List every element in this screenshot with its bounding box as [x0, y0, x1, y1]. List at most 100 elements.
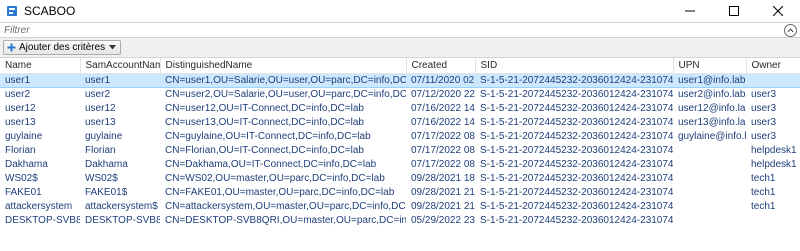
- maximize-icon: [729, 6, 739, 16]
- app-icon: [6, 5, 18, 17]
- cell-created: 09/28/2021 21:59:15: [411, 200, 475, 212]
- results-grid: Name SamAccountName DistinguishedName Cr…: [0, 58, 800, 251]
- filter-bar: [0, 22, 800, 38]
- cell-sid: S-1-5-21-2072445232-2036012424-231074672…: [480, 200, 673, 212]
- title-bar: SCABOO: [0, 0, 800, 22]
- window-title: SCABOO: [24, 4, 76, 18]
- cell-samaccountname: user12: [85, 102, 116, 114]
- cell-samaccountname: WS02$: [85, 172, 118, 184]
- cell-name: guylaine: [5, 130, 43, 142]
- cell-created: 05/29/2022 23:11:29: [411, 214, 475, 226]
- cell-owner: tech1: [751, 172, 776, 184]
- filter-input[interactable]: [2, 24, 772, 37]
- table-row[interactable]: guylaine guylaine CN=guylaine,OU=IT-Connec…: [0, 129, 800, 143]
- header-row: Name SamAccountName DistinguishedName Cr…: [0, 58, 800, 74]
- table-body: user1 user1 CN=user1,OU=Salarie,OU=user,OU…: [0, 72, 800, 227]
- results-table: Name SamAccountName DistinguishedName Cr…: [0, 58, 800, 227]
- cell-upn: guylaine@info.lab: [678, 130, 746, 142]
- cell-upn: [673, 213, 746, 227]
- table-row[interactable]: user2 user2 CN=user2,OU=Salarie,OU=user,OU…: [0, 87, 800, 101]
- cell-created: 07/16/2022 14:44:46: [411, 116, 475, 128]
- column-header-name[interactable]: Name: [0, 58, 81, 74]
- column-header-samaccountname[interactable]: SamAccountName: [80, 58, 161, 74]
- cell-name: Florian: [5, 144, 36, 156]
- cell-samaccountname: user13: [85, 116, 116, 128]
- cell-name: user2: [5, 88, 31, 100]
- cell-samaccountname: user2: [85, 88, 111, 100]
- cell-samaccountname: FAKE01$: [85, 186, 128, 198]
- cell-upn: user2@info.lab: [678, 88, 746, 100]
- column-header-upn[interactable]: UPN: [673, 58, 747, 74]
- table-row[interactable]: attackersystem attackersystem$ CN=attacker…: [0, 199, 800, 213]
- chevron-up-icon: [787, 28, 794, 33]
- minimize-button[interactable]: [668, 0, 712, 22]
- cell-sid: S-1-5-21-2072445232-2036012424-231074672…: [480, 172, 673, 184]
- criteria-toolbar: Ajouter des critères: [0, 38, 800, 58]
- column-header-sid[interactable]: SID: [475, 58, 674, 74]
- cell-distinguishedname: CN=DESKTOP-SVB8QRI,OU=master,OU=parc,DC=…: [165, 214, 406, 226]
- cell-created: 09/28/2021 18:26:21: [411, 172, 475, 184]
- cell-name: FAKE01: [5, 186, 42, 198]
- cell-name: user13: [5, 116, 36, 128]
- cell-distinguishedname: CN=Florian,OU=IT-Connect,DC=info,DC=lab: [165, 144, 364, 156]
- minimize-icon: [685, 10, 695, 12]
- collapse-button[interactable]: [784, 24, 797, 37]
- cell-upn: user13@info.lab: [678, 116, 746, 128]
- table-row[interactable]: FAKE01 FAKE01$ CN=FAKE01,OU=master,OU=parc…: [0, 185, 800, 199]
- cell-owner: user3: [751, 88, 777, 100]
- cell-sid: S-1-5-21-2072445232-2036012424-231074672…: [480, 214, 673, 226]
- table-row[interactable]: DESKTOP-SVB8QRI DESKTOP-SVB8QRI$ CN=DESKTO…: [0, 213, 800, 227]
- cell-samaccountname: Dakhama: [85, 158, 128, 170]
- table-row[interactable]: Florian Florian CN=Florian,OU=IT-Connect,D…: [0, 143, 800, 157]
- maximize-button[interactable]: [712, 0, 756, 22]
- cell-owner: [746, 72, 800, 88]
- cell-sid: S-1-5-21-2072445232-2036012424-231074672…: [480, 158, 673, 170]
- table-row[interactable]: Dakhama Dakhama CN=Dakhama,OU=IT-Connect,D…: [0, 157, 800, 171]
- cell-distinguishedname: CN=user1,OU=Salarie,OU=user,OU=parc,DC=i…: [160, 72, 406, 88]
- cell-sid: S-1-5-21-2072445232-2036012424-231074672…: [480, 116, 673, 128]
- cell-upn: [673, 185, 746, 199]
- cell-distinguishedname: CN=WS02,OU=master,OU=parc,DC=info,DC=lab: [165, 172, 385, 184]
- cell-name: user12: [5, 102, 36, 114]
- cell-created: 07/12/2020 22:58:30: [411, 88, 475, 100]
- cell-owner: tech1: [751, 200, 776, 212]
- cell-samaccountname: Florian: [85, 144, 116, 156]
- column-header-owner[interactable]: Owner: [746, 58, 800, 74]
- cell-upn: [673, 171, 746, 185]
- cell-owner: helpdesk1: [751, 158, 797, 170]
- cell-distinguishedname: CN=FAKE01,OU=master,OU=parc,DC=info,DC=l…: [165, 186, 395, 198]
- cell-distinguishedname: CN=user12,OU=IT-Connect,DC=info,DC=lab: [165, 102, 364, 114]
- plus-icon: [7, 43, 16, 52]
- cell-sid: S-1-5-21-2072445232-2036012424-231074672…: [480, 130, 673, 142]
- close-button[interactable]: [756, 0, 800, 22]
- cell-upn: [673, 143, 746, 157]
- cell-sid: S-1-5-21-2072445232-2036012424-231074672…: [480, 186, 673, 198]
- cell-distinguishedname: CN=guylaine,OU=IT-Connect,DC=info,DC=lab: [165, 130, 371, 142]
- cell-samaccountname: attackersystem$: [85, 200, 158, 212]
- cell-owner: user3: [751, 102, 777, 114]
- cell-created: 07/17/2022 08:47:59: [411, 144, 475, 156]
- cell-upn: user12@info.lab: [678, 102, 746, 114]
- cell-name: WS02$: [5, 172, 38, 184]
- close-icon: [773, 6, 783, 16]
- cell-distinguishedname: CN=user2,OU=Salarie,OU=user,OU=parc,DC=i…: [165, 88, 406, 100]
- table-row[interactable]: user1 user1 CN=user1,OU=Salarie,OU=user,OU…: [0, 72, 800, 88]
- cell-sid: S-1-5-21-2072445232-2036012424-231074672…: [480, 88, 673, 100]
- cell-upn: [673, 199, 746, 213]
- dropdown-arrow-icon: [109, 45, 117, 50]
- table-row[interactable]: user12 user12 CN=user12,OU=IT-Connect,DC=i…: [0, 101, 800, 115]
- cell-created: 07/16/2022 14:41:23: [411, 102, 475, 114]
- cell-samaccountname: user1: [80, 72, 160, 88]
- table-row[interactable]: user13 user13 CN=user13,OU=IT-Connect,DC=i…: [0, 115, 800, 129]
- column-header-created[interactable]: Created: [406, 58, 476, 74]
- table-row[interactable]: WS02$ WS02$ CN=WS02,OU=master,OU=parc,DC=i…: [0, 171, 800, 185]
- cell-samaccountname: guylaine: [85, 130, 123, 142]
- cell-distinguishedname: CN=user13,OU=IT-Connect,DC=info,DC=lab: [165, 116, 364, 128]
- cell-samaccountname: DESKTOP-SVB8QRI$: [85, 214, 160, 226]
- cell-name: DESKTOP-SVB8QRI: [5, 214, 80, 226]
- cell-upn: [673, 157, 746, 171]
- cell-upn: user1@info.lab: [673, 72, 746, 88]
- add-criteria-button[interactable]: Ajouter des critères: [3, 40, 122, 55]
- cell-owner: helpdesk1: [751, 144, 797, 156]
- column-header-distinguishedname[interactable]: DistinguishedName: [160, 58, 407, 74]
